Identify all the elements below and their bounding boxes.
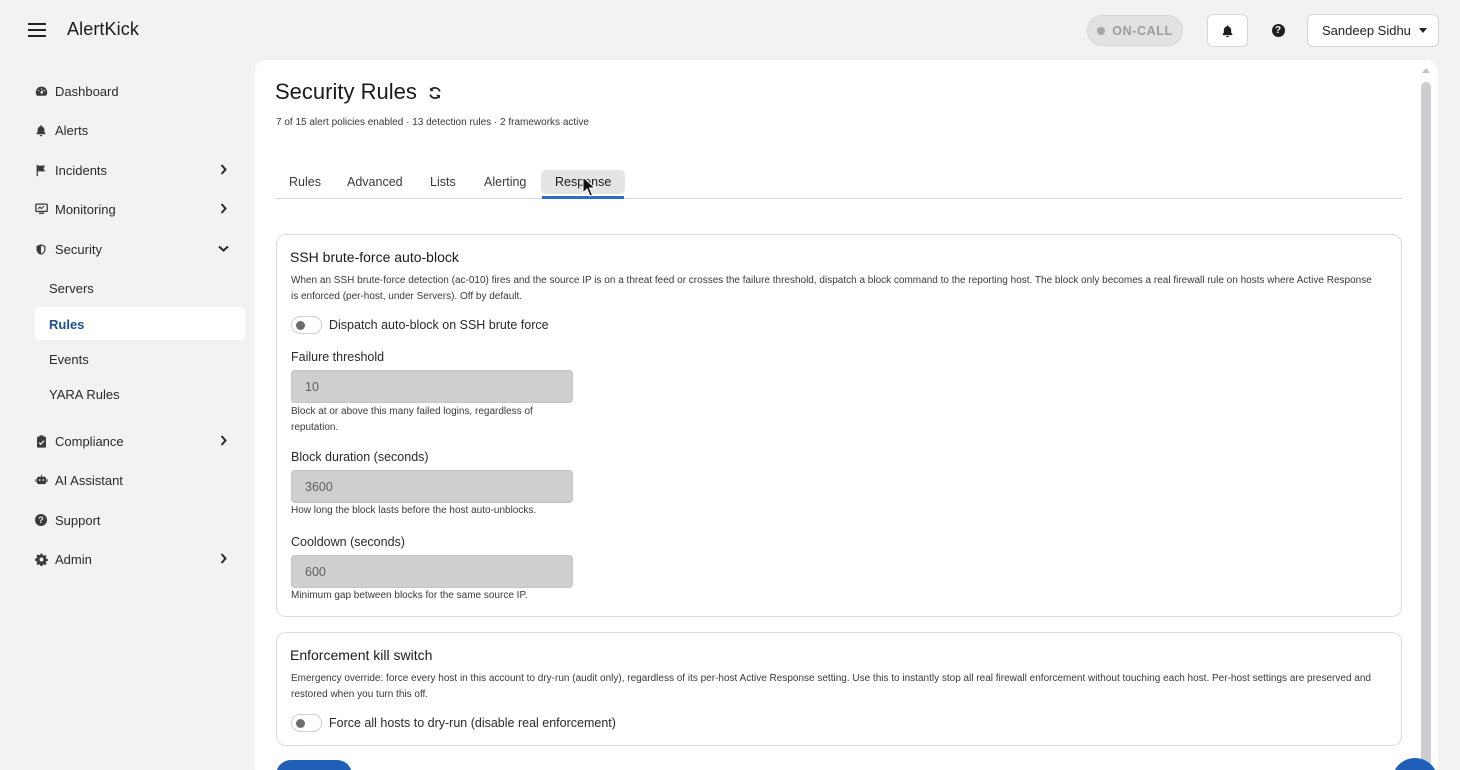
toggle-knob [296,719,305,728]
sidebar-item-label: Dashboard [55,83,119,99]
page-title: Security Rules [275,79,417,104]
cooldown-label: Cooldown (seconds) [291,535,405,549]
card-description: Emergency override: force every host in … [291,673,1371,700]
chevron-right-icon [220,203,227,214]
main-scrollbar[interactable] [1418,64,1434,770]
chevron-right-icon [220,435,227,446]
dashboard-gauge-icon [34,84,48,98]
failure-threshold-help: Block at or above this many failed login… [291,406,533,433]
card-description: When an SSH brute-force detection (ac-01… [291,275,1372,302]
toggle-label: Force all hosts to dry-run (disable real… [329,716,616,730]
failure-threshold-label: Failure threshold [291,350,385,364]
oncall-status-badge[interactable]: ON-CALL [1087,15,1183,46]
sidebar-item-admin[interactable]: Admin [34,547,234,571]
sidebar-item-label: AI Assistant [55,472,123,488]
app-logo-text[interactable]: AlertKick [67,19,139,40]
gear-icon [34,552,48,566]
bell-icon [1222,24,1233,37]
sidebar-subitem-servers[interactable]: Servers [49,276,94,300]
status-dot-icon [1097,26,1106,35]
top-bar: AlertKick ON-CALL ? Sandeep Sidhu [0,0,1460,60]
notifications-button[interactable] [1207,14,1248,47]
sidebar-item-dashboard[interactable]: Dashboard [34,79,234,103]
sidebar-subitem-events[interactable]: Events [49,347,89,371]
chevron-down-icon [218,245,229,252]
sidebar-item-ai-assistant[interactable]: AI Assistant [34,468,234,492]
flag-icon [34,163,48,177]
shield-icon [34,242,48,256]
user-menu-button[interactable]: Sandeep Sidhu [1307,14,1439,47]
robot-icon [34,473,48,487]
user-name: Sandeep Sidhu [1322,23,1411,38]
sidebar-subitem-rules[interactable]: Rules [49,312,84,336]
failure-threshold-input[interactable]: 10 [291,370,573,403]
clipboard-check-icon [34,434,48,448]
enforcement-kill-switch-card: Enforcement kill switch Emergency overri… [276,632,1402,746]
save-button[interactable] [276,760,352,770]
sidebar-item-label: Admin [55,551,92,567]
cooldown-help: Minimum gap between blocks for the same … [291,590,528,601]
block-duration-input[interactable]: 3600 [291,470,573,503]
card-title: SSH brute-force auto-block [290,249,459,265]
question-circle-icon: ? [1271,24,1285,37]
sidebar-item-compliance[interactable]: Compliance [34,429,234,453]
tab-lists[interactable]: Lists [416,170,470,194]
bell-icon [34,123,48,137]
policy-summary: 7 of 15 alert policies enabled · 13 dete… [276,117,589,128]
sidebar-item-incidents[interactable]: Incidents [34,158,234,182]
sidebar-item-label: Security [55,241,102,257]
tab-bar: Rules Advanced Lists Alerting Response [275,166,1402,199]
cooldown-input[interactable]: 600 [291,555,573,588]
toggle-label: Dispatch auto-block on SSH brute force [329,318,549,332]
refresh-icon[interactable] [428,86,442,100]
sidebar-item-label: Monitoring [55,201,116,217]
sidebar-item-security[interactable]: Security [34,237,234,261]
sidebar-item-label: Incidents [55,162,108,178]
kill-switch-toggle[interactable] [291,714,322,732]
ssh-auto-block-toggle-row[interactable]: Dispatch auto-block on SSH brute force [291,316,549,334]
chevron-right-icon [220,553,227,564]
main-content-panel: Security Rules 7 of 15 alert policies en… [255,60,1438,770]
sidebar-item-monitoring[interactable]: Monitoring [34,197,234,221]
hamburger-menu-icon[interactable] [28,20,46,40]
ssh-auto-block-toggle[interactable] [291,316,322,334]
sidebar-item-label: Alerts [55,122,89,138]
ssh-auto-block-card: SSH brute-force auto-block When an SSH b… [276,234,1402,617]
sidebar-item-label: Compliance [55,433,124,449]
tab-rules[interactable]: Rules [275,170,335,194]
sidebar-item-support[interactable]: ? Support [34,508,234,532]
kill-switch-toggle-row[interactable]: Force all hosts to dry-run (disable real… [291,714,616,732]
sidebar-item-alerts[interactable]: Alerts [34,118,234,142]
tab-alerting[interactable]: Alerting [470,170,540,194]
sidebar-subitem-yara-rules[interactable]: YARA Rules [49,382,120,406]
chevron-right-icon [220,164,227,175]
toggle-knob [296,321,305,330]
tab-advanced[interactable]: Advanced [333,170,417,194]
oncall-label: ON-CALL [1112,23,1173,38]
sidebar-item-label: Support [55,512,101,528]
scroll-up-arrow-icon[interactable] [1422,68,1430,73]
caret-down-icon [1418,28,1427,33]
block-duration-label: Block duration (seconds) [291,450,429,464]
help-button[interactable]: ? [1263,14,1293,47]
monitor-icon [34,202,48,216]
block-duration-help: How long the block lasts before the host… [291,505,537,516]
mouse-cursor-icon [582,176,596,197]
card-title: Enforcement kill switch [290,647,433,663]
scrollbar-thumb[interactable] [1421,82,1431,770]
question-circle-icon: ? [34,513,48,527]
